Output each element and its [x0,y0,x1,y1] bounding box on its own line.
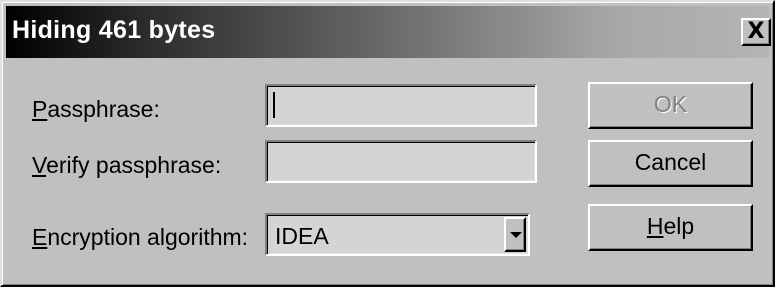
algorithm-label-text: ncryption algorithm: [47,224,249,250]
selected-algorithm: IDEA [275,223,329,249]
title-bar[interactable]: Hiding 461 bytes X [6,6,771,58]
chevron-down-icon [510,232,522,238]
help-label-text: elp [663,213,695,239]
dialog-window: Hiding 461 bytes X Passphrase: Verify pa… [0,0,775,287]
passphrase-label-text: assphrase: [47,96,160,122]
help-button[interactable]: Help [588,204,753,251]
close-icon: X [747,19,765,44]
dropdown-button[interactable] [504,217,526,252]
passphrase-input[interactable] [265,84,537,127]
dialog-title: Hiding 461 bytes [12,16,216,44]
cancel-button-label: Cancel [634,149,707,175]
cancel-button[interactable]: Cancel [588,140,753,187]
text-caret [273,92,275,118]
verify-passphrase-input[interactable] [265,140,537,183]
ok-button[interactable]: OK [588,82,753,129]
verify-passphrase-label: Verify passphrase: [32,152,221,179]
close-button[interactable]: X [741,18,771,46]
ok-button-label: OK [653,91,688,117]
passphrase-label-accel: P [32,96,48,122]
verify-label-accel: V [32,152,47,178]
encryption-algorithm-select[interactable]: IDEA [265,213,530,256]
algorithm-label-accel: E [32,224,48,250]
verify-label-text: erify passphrase: [46,152,222,178]
help-label-accel: H [646,213,664,239]
encryption-algorithm-label: Encryption algorithm: [32,224,248,251]
passphrase-label: Passphrase: [32,96,160,123]
help-button-label: Help [647,213,694,239]
